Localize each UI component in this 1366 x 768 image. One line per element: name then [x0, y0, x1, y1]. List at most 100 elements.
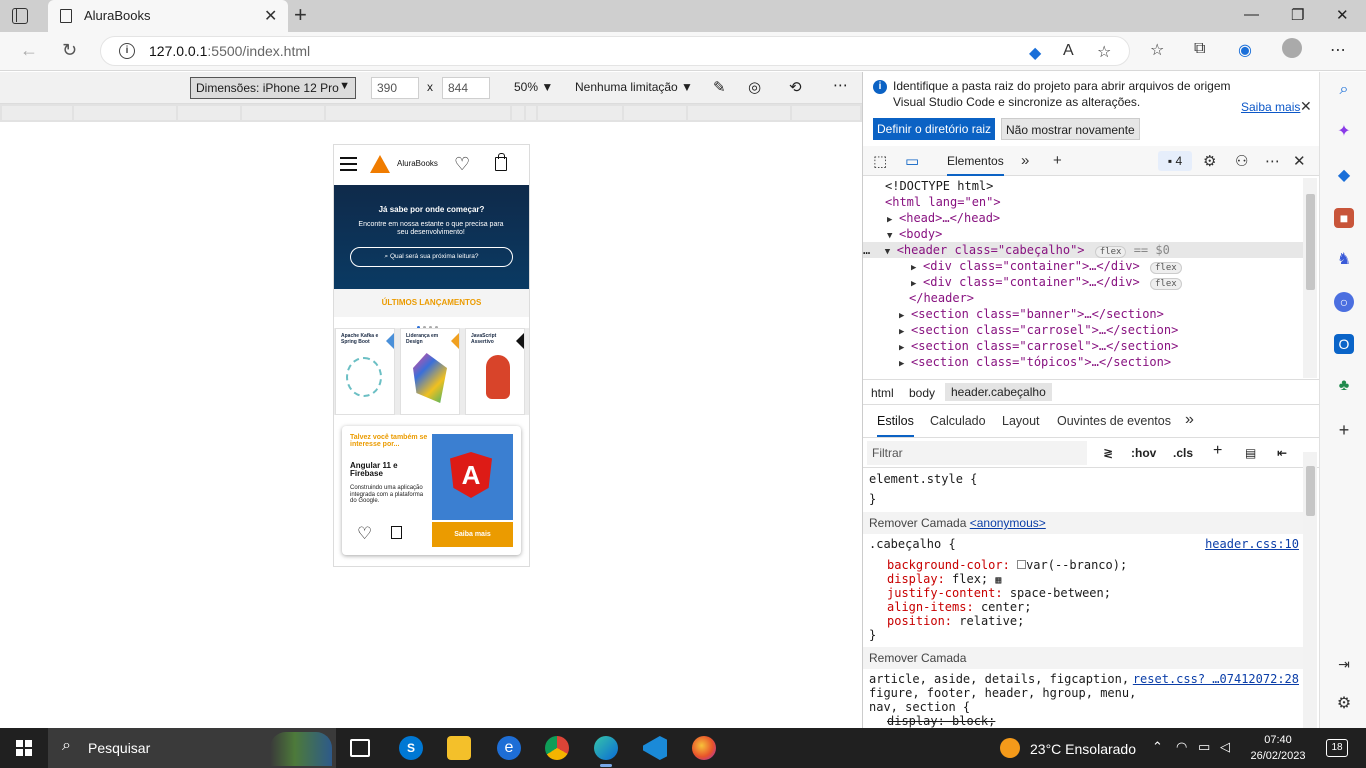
- reset-selector[interactable]: figure, footer, header, hgroup, menu,: [869, 686, 1136, 700]
- chrome-icon[interactable]: [545, 736, 569, 760]
- inspect-icon[interactable]: ⬚: [873, 152, 887, 170]
- reset-source-link[interactable]: reset.css? …07412072:28: [1133, 672, 1299, 686]
- tag-icon[interactable]: ◆: [1029, 43, 1041, 63]
- logo-icon[interactable]: [370, 155, 390, 173]
- minimize-icon[interactable]: —: [1244, 6, 1259, 23]
- dom-node[interactable]: ▼ <body>: [887, 226, 942, 242]
- dom-node[interactable]: ▶ <section class="banner">…</section>: [899, 306, 1164, 322]
- dom-node[interactable]: ▶ <section class="carrosel">…</section>: [899, 338, 1178, 354]
- edge-icon[interactable]: ◉: [1238, 40, 1252, 60]
- weather-sun-icon[interactable]: [1000, 738, 1020, 758]
- element-style-rule[interactable]: element.style {: [869, 472, 977, 486]
- dom-node[interactable]: ▶ <div class="container">…</div> flex: [911, 258, 1182, 274]
- dom-node[interactable]: ▶ <div class="container">…</div> flex: [911, 274, 1182, 290]
- overridden-property[interactable]: display: block;: [887, 714, 995, 728]
- anonymous-layer-link[interactable]: <anonymous>: [970, 516, 1046, 530]
- width-input[interactable]: 390: [371, 77, 419, 99]
- card-heart-icon[interactable]: ♡: [357, 524, 372, 544]
- tab-elements[interactable]: Elementos: [947, 154, 1004, 176]
- clock[interactable]: 07:40 26/02/2023: [1248, 732, 1308, 764]
- cls-toggle[interactable]: .cls: [1173, 446, 1193, 460]
- issues-badge[interactable]: ▪ 4: [1158, 151, 1192, 171]
- source-link[interactable]: header.css:10: [1205, 537, 1299, 551]
- style-property[interactable]: justify-content: space-between;: [887, 586, 1111, 600]
- styles-scrollbar[interactable]: [1303, 452, 1317, 728]
- breadcrumb-item[interactable]: html: [871, 386, 894, 400]
- dom-node[interactable]: ▶ <section class="carrosel">…</section>: [899, 322, 1178, 338]
- internet-explorer-icon[interactable]: e: [497, 736, 521, 760]
- restore-icon[interactable]: ❐: [1291, 6, 1304, 24]
- add-sidebar-icon[interactable]: +: [1334, 420, 1354, 440]
- breadcrumb-item-current[interactable]: header.cabeçalho: [945, 383, 1052, 401]
- more-tabs-icon[interactable]: »: [1021, 152, 1029, 169]
- taskbar-search[interactable]: ⌕ Pesquisar: [48, 728, 336, 768]
- style-property[interactable]: position: relative;: [887, 614, 1024, 628]
- rotate-icon[interactable]: ⟲: [789, 78, 802, 96]
- set-root-button[interactable]: Definir o diretório raiz: [873, 118, 996, 140]
- office-icon[interactable]: ○: [1334, 292, 1354, 312]
- url-field[interactable]: i 127.0.0.1:5500/index.html ◆ A ☆: [100, 36, 1130, 66]
- sensors-icon[interactable]: ✎: [713, 78, 726, 96]
- tools-icon[interactable]: ■: [1334, 208, 1354, 228]
- search-icon[interactable]: ⌕: [1334, 80, 1354, 100]
- more-style-tabs-icon[interactable]: »: [1185, 411, 1194, 429]
- refresh-icon[interactable]: ↻: [62, 40, 77, 61]
- tab-computed[interactable]: Calculado: [930, 414, 986, 428]
- card-bag-icon[interactable]: [391, 526, 402, 539]
- dom-scrollbar[interactable]: [1303, 178, 1317, 378]
- height-input[interactable]: 844: [442, 77, 490, 99]
- device-emulation-icon[interactable]: ▭: [905, 152, 919, 170]
- outlook-icon[interactable]: O: [1334, 334, 1354, 354]
- menu-icon[interactable]: [340, 157, 357, 171]
- sidebar-toggle-icon[interactable]: ⇤: [1277, 446, 1287, 460]
- favorites-icon[interactable]: ☆: [1150, 40, 1164, 60]
- settings-gear-icon[interactable]: ⚙: [1203, 152, 1216, 170]
- filter-input[interactable]: Filtrar: [867, 441, 1087, 465]
- device-select[interactable]: Dimensões: iPhone 12 Pro ▼: [190, 77, 356, 99]
- network-icon[interactable]: ◠: [1176, 739, 1187, 755]
- zoom-select[interactable]: 50% ▼: [514, 80, 553, 94]
- favorites-heart-icon[interactable]: ♡: [454, 154, 470, 175]
- rendering-icon[interactable]: ▤: [1245, 446, 1256, 460]
- tab-event-listeners[interactable]: Ouvintes de eventos: [1057, 414, 1171, 428]
- saiba-mais-button[interactable]: Saiba mais: [432, 522, 513, 547]
- notice-learn-more-link[interactable]: Saiba mais: [1241, 100, 1300, 114]
- tab-layout[interactable]: Layout: [1002, 414, 1040, 428]
- search-input[interactable]: ⌕ Qual será sua próxima leitura?: [350, 247, 513, 267]
- collections-icon[interactable]: ⧉: [1194, 40, 1205, 58]
- throttle-select[interactable]: Nenhuma limitação ▼: [575, 80, 693, 94]
- back-icon[interactable]: ←: [20, 40, 38, 61]
- selector[interactable]: .cabeçalho {: [869, 537, 956, 551]
- new-rule-icon[interactable]: +: [1213, 442, 1222, 460]
- logo-text[interactable]: AluraBooks: [397, 159, 438, 168]
- read-aloud-icon[interactable]: A: [1063, 42, 1074, 60]
- dismiss-button[interactable]: Não mostrar novamente: [1001, 118, 1140, 140]
- book-cover[interactable]: JavaScript Assertivo: [465, 328, 525, 415]
- dom-node[interactable]: <!DOCTYPE html>: [885, 178, 993, 194]
- reset-selector[interactable]: article, aside, details, figcaption,: [869, 672, 1129, 686]
- style-property[interactable]: display: flex; ▦: [887, 572, 1001, 586]
- book-cover[interactable]: Liderança em Design: [400, 328, 460, 415]
- tab-actions-icon[interactable]: [12, 8, 28, 24]
- notice-close-icon[interactable]: ✕: [1300, 98, 1312, 115]
- more-options-icon[interactable]: ⋯: [1330, 40, 1346, 60]
- devtools-menu-icon[interactable]: ⋯: [1265, 152, 1280, 170]
- dom-node[interactable]: ▶ <section class="tópicos">…</section>: [899, 354, 1171, 370]
- firefox-icon[interactable]: [692, 736, 716, 760]
- more-device-icon[interactable]: ⋯: [833, 76, 848, 94]
- sidebar-settings-icon[interactable]: ⚙: [1334, 694, 1354, 714]
- tab-styles[interactable]: Estilos: [877, 414, 914, 437]
- start-button[interactable]: [16, 740, 32, 756]
- close-tab-icon[interactable]: ✕: [264, 6, 277, 26]
- file-explorer-icon[interactable]: [447, 736, 471, 760]
- bag-icon[interactable]: [495, 153, 507, 171]
- dom-node-selected[interactable]: … ▼ <header class="cabeçalho"> flex == $0: [863, 242, 1303, 258]
- add-favorite-icon[interactable]: ☆: [1097, 42, 1111, 62]
- new-tab-icon[interactable]: +: [294, 3, 307, 27]
- add-tab-icon[interactable]: +: [1053, 152, 1062, 169]
- vscode-icon[interactable]: [643, 736, 667, 760]
- dom-node[interactable]: </header>: [909, 290, 974, 306]
- breadcrumb-item[interactable]: body: [909, 386, 935, 400]
- tray-chevron-icon[interactable]: ⌃: [1152, 739, 1163, 755]
- dom-node[interactable]: ▶ <head>…</head>: [887, 210, 1000, 226]
